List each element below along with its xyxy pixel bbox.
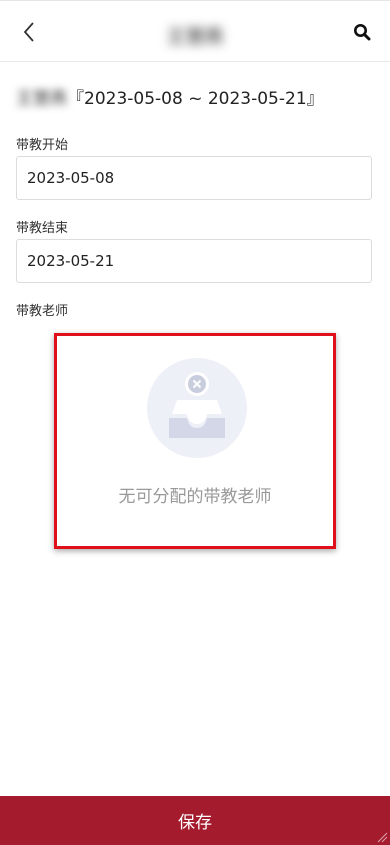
app-header: 王慧燕 <box>0 1 390 62</box>
end-date-field[interactable]: 2023-05-21 <box>16 239 372 283</box>
start-date-field[interactable]: 2023-05-08 <box>16 156 372 200</box>
save-button[interactable]: 保存 <box>0 796 390 845</box>
save-label: 保存 <box>178 813 212 833</box>
course-date-range: 『2023-05-08 ~ 2023-05-21』 <box>67 89 324 109</box>
end-date-label: 带教结束 <box>16 221 69 236</box>
course-info: 王慧燕『2023-05-08 ~ 2023-05-21』 <box>16 84 324 109</box>
teacher-label: 带教老师 <box>16 304 69 319</box>
page-title: 王慧燕 <box>166 26 224 48</box>
empty-inbox-icon <box>147 358 247 458</box>
search-icon <box>354 24 371 41</box>
resize-grip-icon <box>377 832 388 843</box>
course-name: 王慧燕 <box>16 89 67 109</box>
empty-state-box: 无可分配的带教老师 <box>54 333 336 549</box>
start-date-label: 带教开始 <box>16 138 69 153</box>
back-button[interactable] <box>14 17 44 47</box>
search-button[interactable] <box>348 18 376 46</box>
empty-state-text: 无可分配的带教老师 <box>118 487 272 507</box>
chevron-left-icon <box>23 22 34 42</box>
